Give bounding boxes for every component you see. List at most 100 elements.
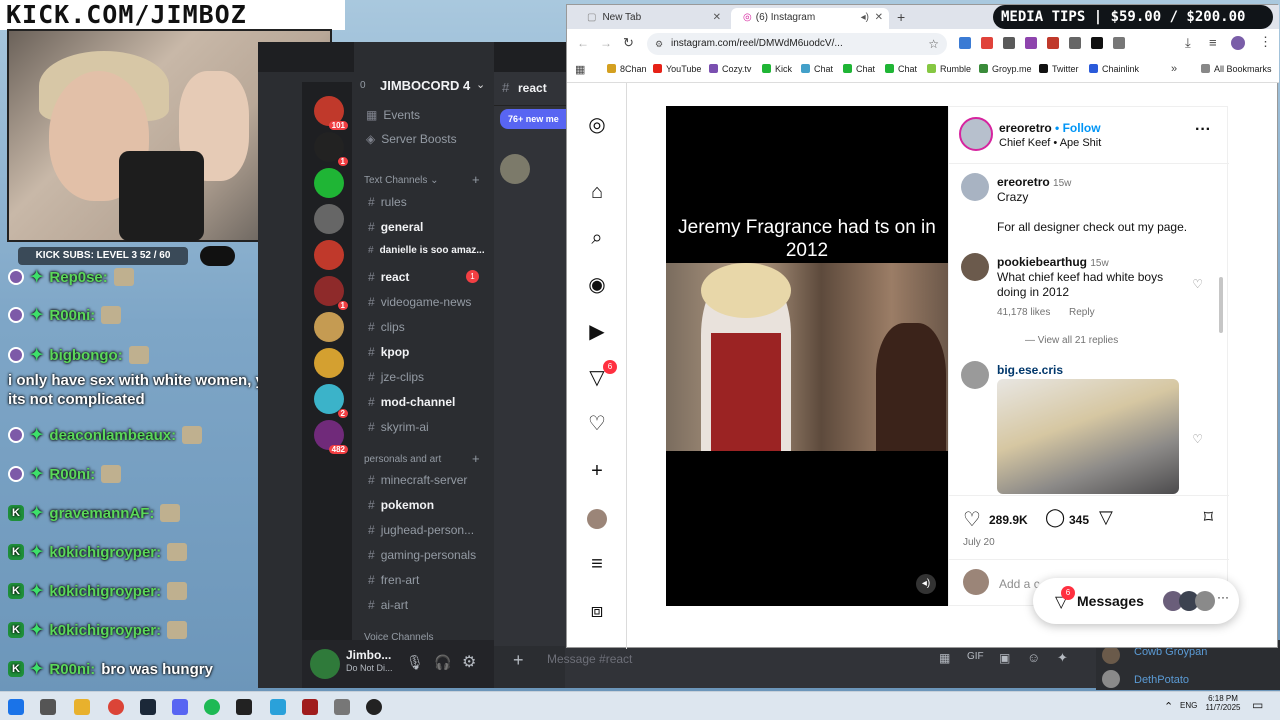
channel-item[interactable]: # general [368, 220, 423, 234]
sticker-icon[interactable]: ▣ [999, 651, 1010, 665]
bookmark-rumble[interactable]: Rumble [927, 64, 971, 74]
task-view-icon[interactable] [40, 699, 56, 715]
channel-item[interactable]: # react [368, 270, 409, 284]
heart-icon[interactable]: ♡ [1192, 432, 1203, 446]
channel-item[interactable]: # kpop [368, 345, 409, 359]
comment-user[interactable]: ereoretro [997, 175, 1050, 189]
add-comment-input[interactable]: Add a c [999, 577, 1040, 591]
extension-icon[interactable] [1025, 37, 1037, 49]
bookmark-chat[interactable]: Chat [885, 64, 917, 74]
bookmark-chainlink[interactable]: Chainlink [1089, 64, 1139, 74]
direct-icon[interactable]: ▽ 6 [585, 360, 617, 390]
mic-icon[interactable]: 🎙 [406, 654, 424, 671]
chat-username[interactable]: gravemannAF: [49, 505, 154, 522]
channel-item[interactable]: # jze-clips [368, 370, 424, 384]
audio-label[interactable]: Chief Keef • Ape Shit [999, 137, 1101, 149]
server-boosts-item[interactable]: ◈ Server Boosts [366, 132, 457, 146]
bookmark-icon[interactable]: ⌑ [1204, 507, 1213, 528]
channel-item[interactable]: # mod-channel [368, 395, 455, 409]
chat-username[interactable]: bigbongo: [49, 347, 122, 364]
chevron-up-icon[interactable]: ⌃ [1164, 700, 1173, 713]
avatar[interactable] [500, 154, 530, 184]
mute-icon[interactable]: ◂) [916, 574, 936, 594]
more-options-icon[interactable]: ··· [1195, 121, 1211, 139]
chat-username[interactable]: k0kichigroyper: [49, 583, 161, 600]
app-icon[interactable] [302, 699, 318, 715]
heart-icon[interactable]: ♡ [1192, 277, 1203, 291]
heart-icon[interactable]: ♡ [585, 412, 609, 436]
home-icon[interactable]: ⌂ [585, 180, 609, 204]
server-icon[interactable] [314, 168, 344, 198]
server-icon[interactable] [314, 312, 344, 342]
avatar[interactable] [961, 173, 989, 201]
spotify-icon[interactable] [204, 699, 220, 715]
clock[interactable]: 6:18 PM 11/7/2025 [1200, 694, 1246, 712]
puzzle-icon[interactable] [1113, 37, 1125, 49]
chat-username[interactable]: Rep0se: [49, 269, 107, 286]
emoji-icon[interactable]: ☺ [1027, 650, 1040, 665]
bookmark-chat[interactable]: Chat [801, 64, 833, 74]
extension-icon[interactable] [981, 37, 993, 49]
reel-video[interactable]: Jeremy Fragrance had ts on in 2012 ◂) [666, 106, 948, 606]
channel-item[interactable]: # pokemon [368, 498, 434, 512]
bookmark-chat[interactable]: Chat [843, 64, 875, 74]
message-input[interactable]: Message #react [547, 652, 632, 666]
server-icon[interactable] [314, 348, 344, 378]
download-icon[interactable]: ⤓ [1185, 35, 1191, 51]
post-username[interactable]: ereoretro • Follow [999, 121, 1101, 135]
telegram-icon[interactable] [270, 699, 286, 715]
scrollbar[interactable] [1219, 277, 1223, 333]
menu-lines-icon[interactable]: ≡ [1209, 35, 1217, 50]
chat-username[interactable]: R00ni: [49, 466, 95, 483]
gif-icon[interactable]: GIF [967, 651, 984, 662]
server-list[interactable]: 101112482NEW [302, 82, 352, 670]
create-icon[interactable]: + [585, 459, 609, 483]
notification-icon[interactable]: ▭ [1252, 698, 1263, 712]
headphones-icon[interactable]: 🎧 [434, 654, 451, 671]
server-icon[interactable]: 1 [314, 132, 348, 166]
chrome-icon[interactable] [108, 699, 124, 715]
category-personals[interactable]: personals and art [364, 454, 441, 465]
language-indicator[interactable]: ENG [1180, 701, 1197, 710]
server-icon[interactable]: 482 [314, 420, 348, 454]
all-bookmarks[interactable]: All Bookmarks [1201, 64, 1272, 74]
chevron-down-icon[interactable]: ⌄ [476, 78, 485, 91]
bookmark-youtube[interactable]: YouTube [653, 64, 701, 74]
menu-icon[interactable]: ≡ [585, 552, 609, 576]
url-input[interactable]: ⚙ instagram.com/reel/DMWdM6uodcV/... ☆ [647, 33, 947, 55]
member-name[interactable]: DethPotato [1134, 674, 1189, 686]
avatar[interactable] [961, 361, 989, 389]
forward-icon[interactable]: → [600, 36, 612, 50]
channel-item[interactable]: # minecraft-server [368, 473, 467, 487]
chat-username[interactable]: R00ni: [49, 307, 95, 324]
speaker-icon[interactable]: ◂) [861, 12, 869, 23]
gear-icon[interactable]: ⚙ [462, 652, 476, 672]
avatar[interactable] [959, 117, 993, 151]
reels-icon[interactable]: ▶ [585, 320, 609, 344]
meta-apps-icon[interactable]: ⧈ [585, 599, 609, 623]
extension-icon[interactable] [1003, 37, 1015, 49]
new-messages-pill[interactable]: 76+ new me [500, 109, 568, 129]
avatar[interactable] [1102, 670, 1120, 688]
channel-item[interactable]: # fren-art [368, 573, 419, 587]
apps-icon[interactable]: ✦ [1057, 650, 1068, 666]
x-icon[interactable] [1091, 37, 1103, 49]
server-icon[interactable] [314, 204, 344, 234]
chat-username[interactable]: k0kichigroyper: [49, 622, 161, 639]
messages-button[interactable]: ▽ 6 Messages ··· [1033, 578, 1239, 624]
tab-instagram[interactable]: ◎ (6) Instagram ◂) ✕ [731, 8, 889, 29]
gift-icon[interactable]: ▦ [939, 651, 950, 665]
app-icon[interactable] [334, 699, 350, 715]
reply-button[interactable]: Reply [1069, 307, 1095, 318]
channel-item[interactable]: # clips [368, 320, 405, 334]
discord-icon[interactable] [172, 699, 188, 715]
terminal-icon[interactable] [236, 699, 252, 715]
channel-item[interactable]: # danielle is soo amaz... [368, 245, 485, 256]
back-icon[interactable]: ← [577, 36, 589, 50]
file-explorer-icon[interactable] [74, 699, 90, 715]
extension-icon[interactable] [1047, 37, 1059, 49]
comment-user[interactable]: big.ese.cris [997, 363, 1063, 377]
comment-likes[interactable]: 41,178 likes [997, 307, 1050, 318]
tab-new-tab[interactable]: ▢ New Tab ✕ [575, 8, 727, 29]
profile-avatar-icon[interactable] [585, 506, 609, 530]
